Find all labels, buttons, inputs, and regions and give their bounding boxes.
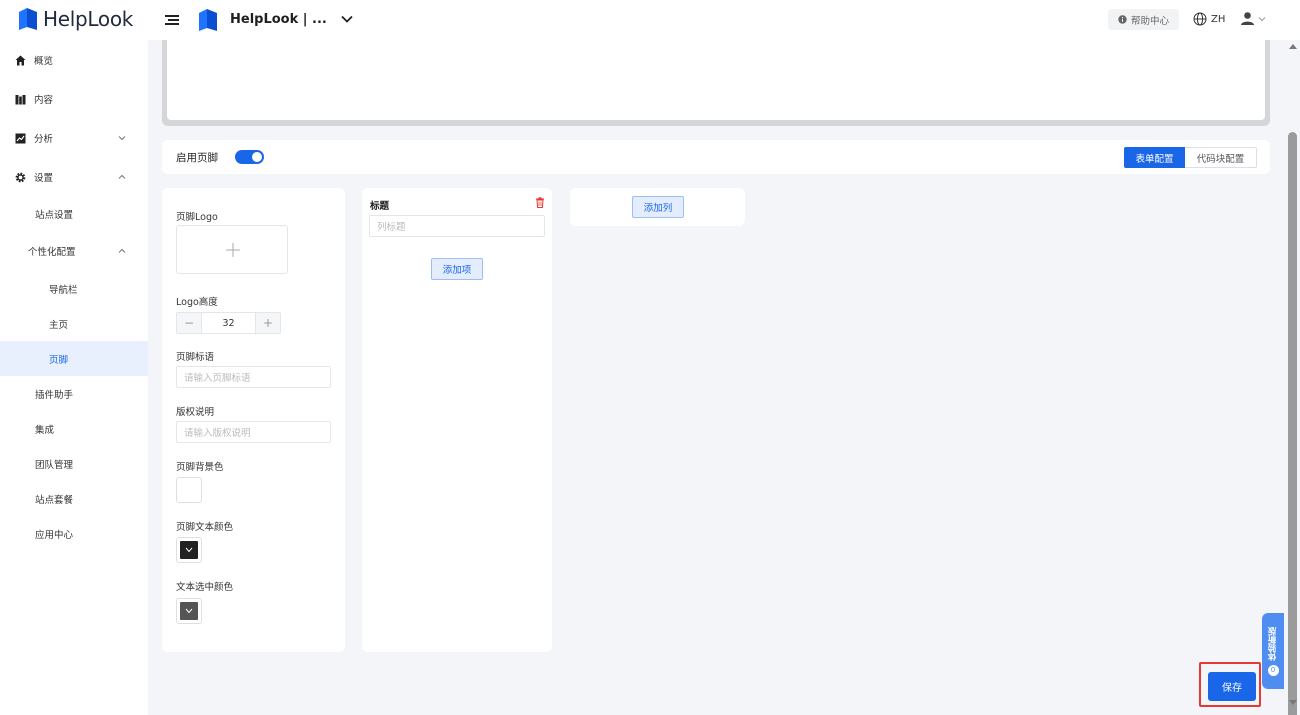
floating-feedback-tab[interactable]: 体验新版 0 xyxy=(1262,613,1284,689)
logo-height-value[interactable]: 32 xyxy=(201,313,256,333)
column-title-label: 标题 xyxy=(370,201,390,212)
chevron-down-icon xyxy=(1258,16,1266,21)
sidebar-item-label: 站点设置 xyxy=(35,209,74,221)
sidebar-item-analytics[interactable]: 分析 xyxy=(0,120,148,155)
sidebar-item-site-settings[interactable]: 站点设置 xyxy=(0,196,148,231)
sidebar-item-label: 页脚 xyxy=(49,354,69,366)
top-header: HelpLook HelpLook | ... 帮助中心 ZH xyxy=(0,0,1300,40)
brand-name: HelpLook xyxy=(43,7,134,31)
sidebar-item-app-center[interactable]: 应用中心 xyxy=(0,516,148,551)
footer-bg-color-label: 页脚背景色 xyxy=(176,462,224,473)
sidebar-item-label: 导航栏 xyxy=(49,284,78,296)
plus-icon xyxy=(226,243,240,257)
menu-toggle-icon[interactable] xyxy=(164,12,180,28)
footer-slogan-input[interactable]: 请输入页脚标语 xyxy=(176,366,331,388)
brand-mark-icon xyxy=(19,8,37,30)
footer-column-panel: 标题 列标题 添加项 xyxy=(362,188,552,652)
logo-upload[interactable] xyxy=(176,225,288,274)
code-editor[interactable] xyxy=(167,40,1265,120)
sidebar-item-integration[interactable]: 集成 xyxy=(0,411,148,446)
footer-toggle-bar: 启用页脚 表单配置 代码块配置 xyxy=(162,140,1270,174)
sidebar-item-plan[interactable]: 站点套餐 xyxy=(0,481,148,516)
sidebar: 概览 内容 分析 设置 站点设置 个性化配置 导航栏 主页 页脚 插件助手 集成… xyxy=(0,40,148,715)
sidebar-item-personalization[interactable]: 个性化配置 xyxy=(0,233,148,268)
sidebar-item-label: 应用中心 xyxy=(35,529,74,541)
copyright-label: 版权说明 xyxy=(176,407,215,418)
sidebar-item-label: 插件助手 xyxy=(35,389,74,401)
floating-tab-badge: 0 xyxy=(1267,664,1279,676)
footer-text-color-label: 页脚文本颜色 xyxy=(176,522,234,533)
sidebar-item-overview[interactable]: 概览 xyxy=(0,42,148,77)
add-item-button[interactable]: 添加项 xyxy=(431,258,483,280)
sidebar-item-homepage[interactable]: 主页 xyxy=(0,306,148,341)
copyright-input[interactable]: 请输入版权说明 xyxy=(176,421,331,443)
help-center-button[interactable]: 帮助中心 xyxy=(1108,9,1180,30)
color-swatch xyxy=(180,541,198,559)
sidebar-item-settings[interactable]: 设置 xyxy=(0,159,148,194)
site-name: HelpLook | ... xyxy=(230,12,327,27)
globe-icon xyxy=(1193,12,1207,26)
selected-text-color-picker[interactable] xyxy=(176,598,202,624)
footer-bg-color-picker[interactable] xyxy=(176,477,202,503)
sidebar-item-team[interactable]: 团队管理 xyxy=(0,446,148,481)
sidebar-item-footer[interactable]: 页脚 xyxy=(0,341,148,376)
language-label: ZH xyxy=(1211,13,1226,25)
sidebar-item-label: 概览 xyxy=(34,55,54,67)
home-icon xyxy=(15,55,26,66)
sidebar-item-label: 站点套餐 xyxy=(35,494,74,506)
sidebar-item-plugin-assistant[interactable]: 插件助手 xyxy=(0,376,148,411)
sidebar-item-label: 团队管理 xyxy=(35,459,74,471)
page-scrollbar[interactable] xyxy=(1286,40,1300,715)
enable-footer-toggle[interactable] xyxy=(235,150,264,164)
add-column-panel: 添加列 xyxy=(570,188,745,226)
sidebar-item-label: 内容 xyxy=(34,94,54,106)
decrement-button[interactable]: − xyxy=(177,313,201,333)
color-swatch xyxy=(180,602,198,620)
color-swatch xyxy=(180,481,198,499)
column-title-input[interactable]: 列标题 xyxy=(369,215,545,237)
scroll-up-arrow-icon[interactable] xyxy=(1289,44,1297,49)
floating-tab-label: 体验新版 xyxy=(1268,626,1278,661)
footer-form-panel: 页脚Logo Logo高度 − 32 + 页脚标语 请输入页脚标语 版权说明 请… xyxy=(162,188,345,652)
gear-icon xyxy=(15,172,26,183)
footer-slogan-label: 页脚标语 xyxy=(176,352,215,363)
chevron-down-icon[interactable] xyxy=(340,12,354,26)
scrollbar-thumb[interactable] xyxy=(1288,132,1297,715)
sidebar-item-label: 分析 xyxy=(34,133,54,145)
chevron-down-icon xyxy=(118,136,126,141)
brand-logo[interactable]: HelpLook xyxy=(18,7,133,31)
chevron-down-icon xyxy=(185,608,193,614)
sidebar-item-content[interactable]: 内容 xyxy=(0,81,148,116)
sidebar-item-label: 设置 xyxy=(34,172,54,184)
sidebar-item-label: 集成 xyxy=(35,424,55,436)
help-center-label: 帮助中心 xyxy=(1131,15,1170,27)
add-column-button[interactable]: 添加列 xyxy=(632,196,684,218)
code-editor-frame xyxy=(162,40,1270,126)
user-menu[interactable] xyxy=(1240,11,1266,26)
chart-icon xyxy=(15,133,26,144)
sidebar-item-label: 主页 xyxy=(49,319,69,331)
user-icon xyxy=(1241,12,1254,25)
chevron-up-icon xyxy=(118,174,126,179)
logo-height-stepper: − 32 + xyxy=(176,312,281,334)
chevron-up-icon xyxy=(118,248,126,253)
sidebar-item-label: 个性化配置 xyxy=(28,246,76,258)
increment-button[interactable]: + xyxy=(256,313,280,333)
selected-text-color-label: 文本选中颜色 xyxy=(176,582,234,593)
tab-form-config[interactable]: 表单配置 xyxy=(1124,147,1185,168)
tab-code-config[interactable]: 代码块配置 xyxy=(1185,147,1257,168)
save-button[interactable]: 保存 xyxy=(1208,672,1256,701)
site-logo-icon xyxy=(199,9,217,31)
footer-text-color-picker[interactable] xyxy=(176,537,202,563)
trash-icon[interactable] xyxy=(535,197,545,208)
help-icon xyxy=(1118,15,1127,24)
language-switch[interactable]: ZH xyxy=(1193,12,1225,26)
chevron-down-icon xyxy=(185,547,193,553)
footer-logo-label: 页脚Logo xyxy=(176,212,218,223)
book-icon xyxy=(15,95,26,105)
logo-height-label: Logo高度 xyxy=(176,297,218,308)
scroll-down-arrow-icon[interactable] xyxy=(1289,700,1297,705)
sidebar-item-navbar[interactable]: 导航栏 xyxy=(0,271,148,306)
enable-footer-label: 启用页脚 xyxy=(176,152,218,164)
